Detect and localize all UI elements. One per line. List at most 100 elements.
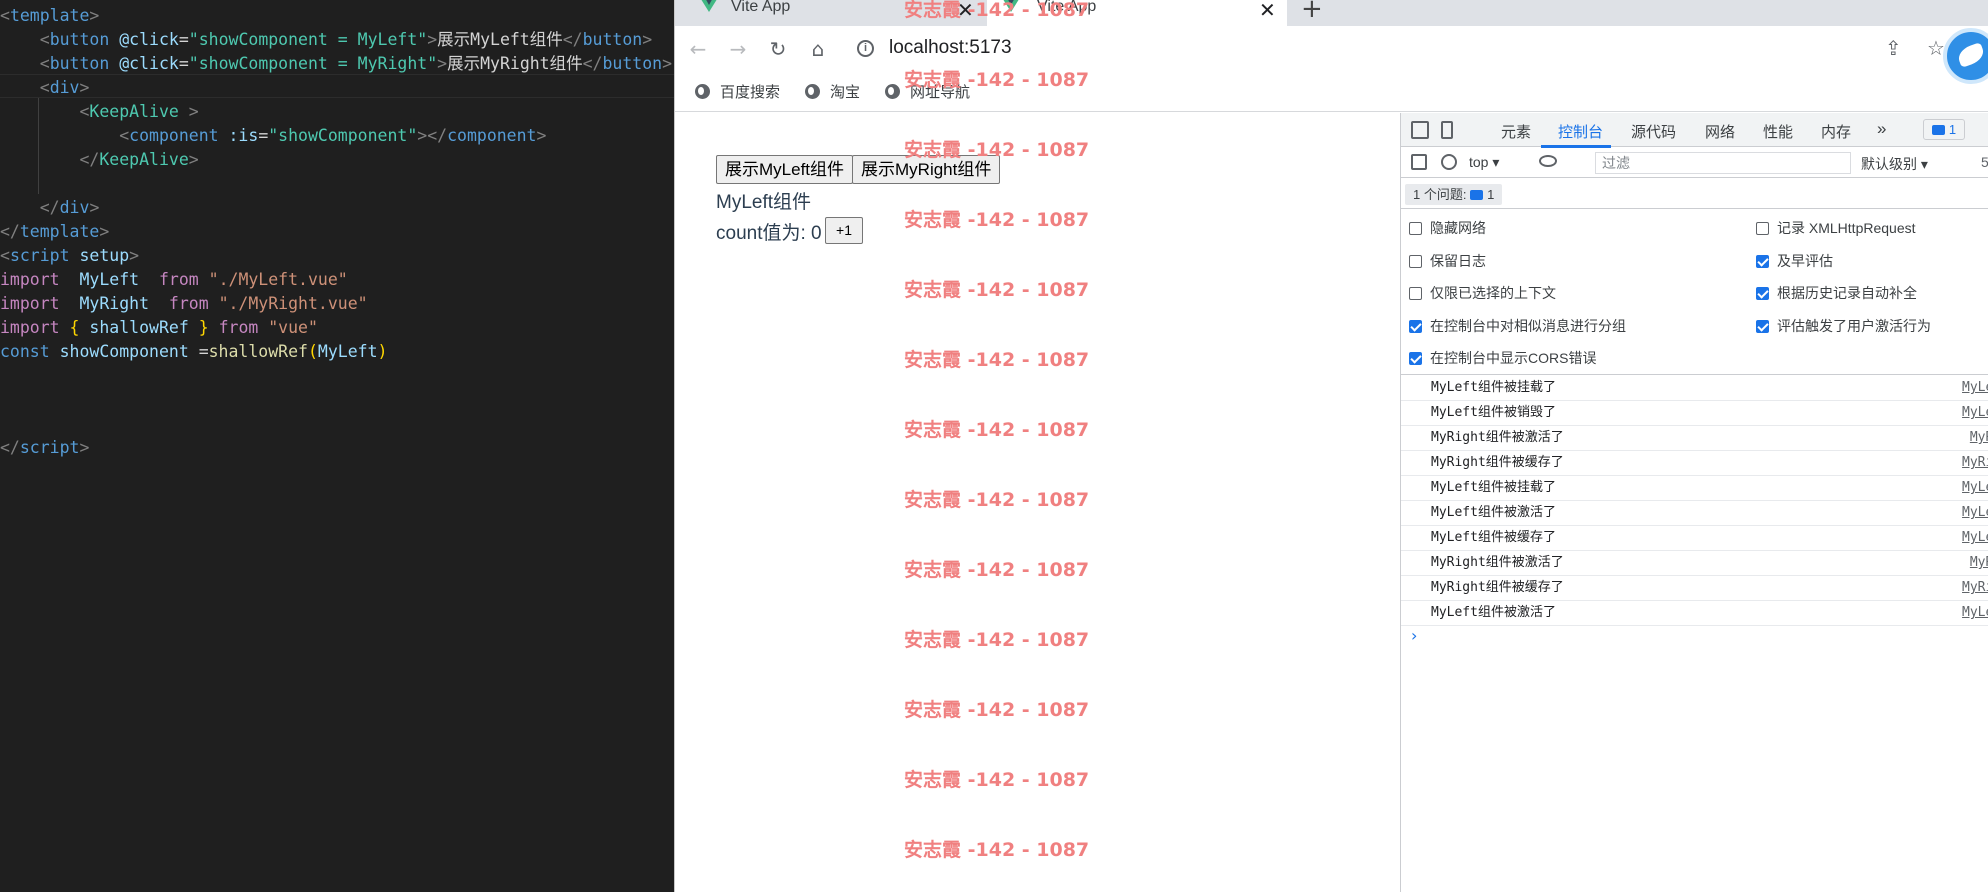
- code-token: >: [427, 30, 438, 49]
- code-line: <button @click="showComponent = MyRight"…: [0, 52, 672, 76]
- source-link[interactable]: MyRigh: [1962, 451, 1988, 475]
- issues-badge[interactable]: 1: [1923, 119, 1965, 140]
- setting-option[interactable]: 记录 XMLHttpRequest: [1756, 218, 1916, 238]
- code-token: >: [188, 102, 199, 121]
- device-toolbar-icon[interactable]: [1441, 121, 1453, 139]
- source-link[interactable]: MyLeft: [1962, 476, 1988, 500]
- tab-vite-app-2[interactable]: Vite App ✕: [987, 0, 1287, 26]
- issues-link[interactable]: 1 个问题: 1: [1405, 184, 1503, 205]
- code-token: }: [198, 318, 219, 337]
- sidebar-toggle-icon[interactable]: [1411, 154, 1427, 170]
- address-bar[interactable]: i localhost:5173: [847, 31, 1947, 67]
- code-token: template: [9, 6, 90, 25]
- setting-option[interactable]: 及早评估: [1756, 251, 1833, 271]
- clear-console-icon[interactable]: [1441, 154, 1457, 170]
- tab-console[interactable]: 控制台: [1558, 121, 1603, 142]
- setting-option[interactable]: 评估触发了用户激活行为: [1756, 316, 1931, 336]
- source-link[interactable]: MyLeft: [1962, 501, 1988, 525]
- tab-elements[interactable]: 元素: [1501, 121, 1531, 142]
- browser-toolbar: ← → ↻ ⌂ i localhost:5173 ⇪ ☆: [675, 26, 1988, 72]
- bookmark-nav[interactable]: 网址导航: [885, 81, 970, 102]
- log-levels-dropdown[interactable]: 默认级别 ▾: [1861, 154, 1928, 174]
- source-link[interactable]: MyRig: [1970, 551, 1988, 575]
- code-token: MyLeft: [79, 270, 159, 289]
- home-icon[interactable]: ⌂: [805, 36, 831, 62]
- inspect-element-icon[interactable]: [1411, 121, 1429, 139]
- code-token: shallowRef: [89, 318, 199, 337]
- bookmark-baidu[interactable]: 百度搜索: [695, 81, 780, 102]
- share-icon[interactable]: ⇪: [1885, 36, 1902, 60]
- checkbox[interactable]: [1409, 319, 1422, 333]
- source-link[interactable]: MyRig: [1970, 426, 1988, 450]
- source-link[interactable]: MyLeft: [1962, 376, 1988, 400]
- setting-option[interactable]: 根据历史记录自动补全: [1756, 283, 1917, 303]
- context-selector[interactable]: top ▾: [1469, 154, 1499, 171]
- checkbox[interactable]: [1409, 254, 1422, 268]
- issues-badge-count: 1: [1487, 187, 1495, 202]
- setting-label: 记录 XMLHttpRequest: [1777, 220, 1916, 236]
- forward-arrow-icon[interactable]: →: [725, 36, 751, 62]
- site-info-icon[interactable]: i: [857, 40, 874, 57]
- new-tab-icon[interactable]: +: [1301, 0, 1323, 24]
- code-token: >: [642, 30, 653, 49]
- checkbox[interactable]: [1756, 254, 1769, 268]
- show-myleft-button[interactable]: 展示MyLeft组件: [716, 155, 854, 184]
- checkbox[interactable]: [1756, 287, 1769, 300]
- code-token: >: [89, 6, 100, 25]
- tab-memory[interactable]: 内存: [1821, 121, 1851, 142]
- setting-option[interactable]: 保留日志: [1409, 251, 1486, 271]
- code-token: div: [59, 198, 90, 217]
- bookmarks-bar: 百度搜索 淘宝 网址导航: [675, 72, 1988, 112]
- code-token: </: [79, 150, 100, 169]
- tab-title: Vite App: [1037, 0, 1097, 15]
- code-line: <script setup>: [0, 244, 139, 268]
- filter-input[interactable]: 过滤: [1595, 152, 1851, 174]
- code-token: "./MyRight.vue": [218, 294, 368, 313]
- message-text: MyRight组件被缓存了: [1431, 455, 1564, 470]
- bookmark-taobao[interactable]: 淘宝: [805, 81, 860, 102]
- message-text: MyLeft组件被激活了: [1431, 505, 1556, 520]
- checkbox[interactable]: [1409, 352, 1422, 365]
- setting-option[interactable]: 在控制台中对相似消息进行分组: [1409, 316, 1626, 336]
- message-icon: [1931, 125, 1945, 135]
- tab-vite-app-1[interactable]: Vite App ✕: [675, 0, 985, 26]
- reload-icon[interactable]: ↻: [765, 36, 791, 62]
- more-tabs-icon[interactable]: »: [1877, 119, 1886, 139]
- console-prompt[interactable]: ›: [1401, 626, 1988, 648]
- eye-icon[interactable]: [1539, 155, 1557, 167]
- code-token: <: [39, 78, 50, 97]
- vue-logo-icon: [1001, 0, 1021, 12]
- code-token: </: [582, 54, 603, 73]
- code-token: button: [582, 30, 643, 49]
- message-icon: [1470, 190, 1484, 200]
- source-link[interactable]: MyLeft: [1962, 401, 1988, 425]
- source-link[interactable]: MyLeft: [1962, 601, 1988, 625]
- tab-performance[interactable]: 性能: [1763, 121, 1793, 142]
- tab-strip: Vite App ✕ Vite App ✕ +: [675, 0, 1988, 26]
- tab-sources[interactable]: 源代码: [1631, 121, 1676, 142]
- show-myright-button[interactable]: 展示MyRight组件: [852, 155, 1001, 184]
- checkbox[interactable]: [1756, 222, 1769, 235]
- checkbox[interactable]: [1409, 222, 1422, 235]
- increment-button[interactable]: +1: [825, 217, 863, 244]
- checkbox[interactable]: [1409, 287, 1422, 300]
- setting-option[interactable]: 在控制台中显示CORS错误: [1409, 348, 1596, 368]
- code-editor[interactable]: <template> <button @click="showComponent…: [0, 0, 674, 892]
- code-token: div: [49, 78, 80, 97]
- checkbox[interactable]: [1756, 319, 1769, 333]
- back-arrow-icon[interactable]: ←: [685, 36, 711, 62]
- close-tab-icon[interactable]: ✕: [1259, 0, 1276, 23]
- tab-network[interactable]: 网络: [1705, 121, 1735, 142]
- code-token: shallowRef: [208, 342, 308, 361]
- setting-option[interactable]: 仅限已选择的上下文: [1409, 283, 1556, 303]
- code-token: from: [168, 294, 219, 313]
- setting-option[interactable]: 隐藏网络: [1409, 218, 1486, 238]
- source-link[interactable]: MyLeft: [1962, 526, 1988, 550]
- code-token: >: [188, 150, 199, 169]
- source-link[interactable]: MyRigh: [1962, 576, 1988, 600]
- close-tab-icon[interactable]: ✕: [957, 0, 974, 23]
- tab-title: Vite App: [731, 0, 791, 15]
